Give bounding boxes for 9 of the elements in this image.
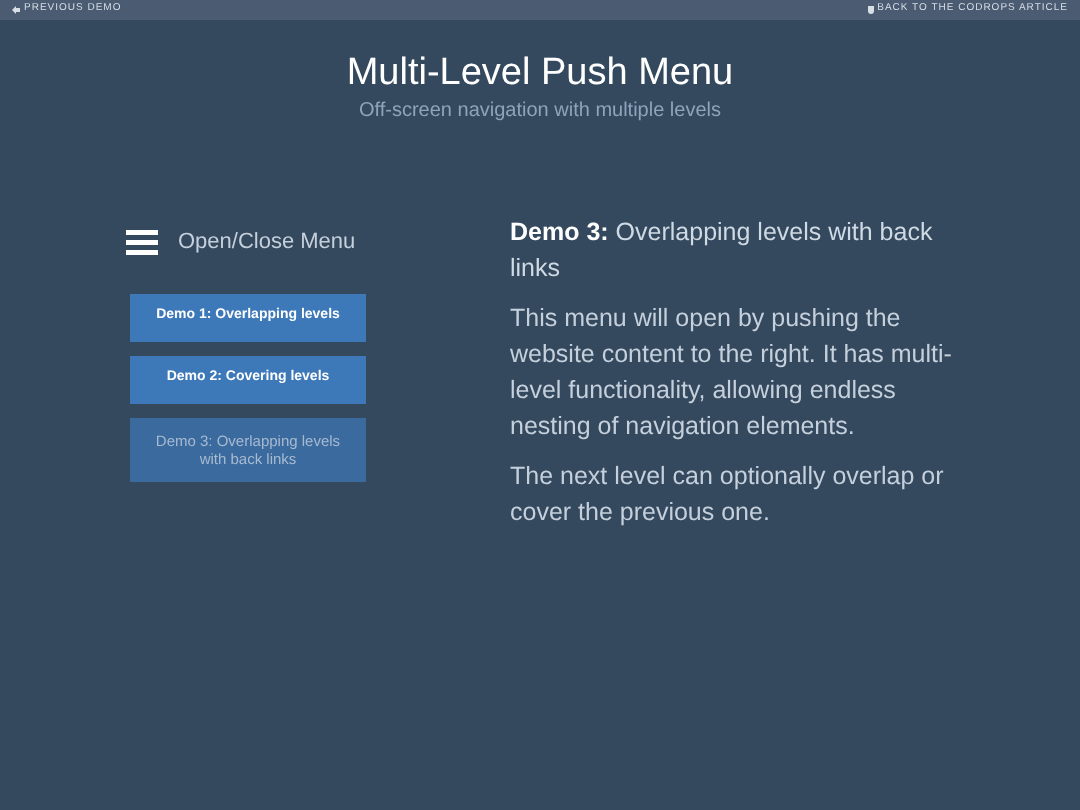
demo-heading: Demo 3: Overlapping levels with back links	[510, 216, 935, 286]
page-subtitle: Off-screen navigation with multiple levels	[358, 98, 721, 126]
description-paragraph: The next level can optionally overlap or cover the previous one.	[510, 460, 946, 530]
menu-toggle[interactable]: Open/Close Menu	[126, 226, 366, 259]
page-title: Multi-Level Push Menu	[346, 50, 734, 98]
drop-icon	[867, 6, 874, 14]
arrow-left-icon	[12, 6, 20, 14]
menu-icon	[126, 229, 158, 256]
description-paragraph: This menu will open by pushing the website content to the right. It has multi-level functionality, allowing endless nesting of navigation elements.	[510, 302, 954, 444]
